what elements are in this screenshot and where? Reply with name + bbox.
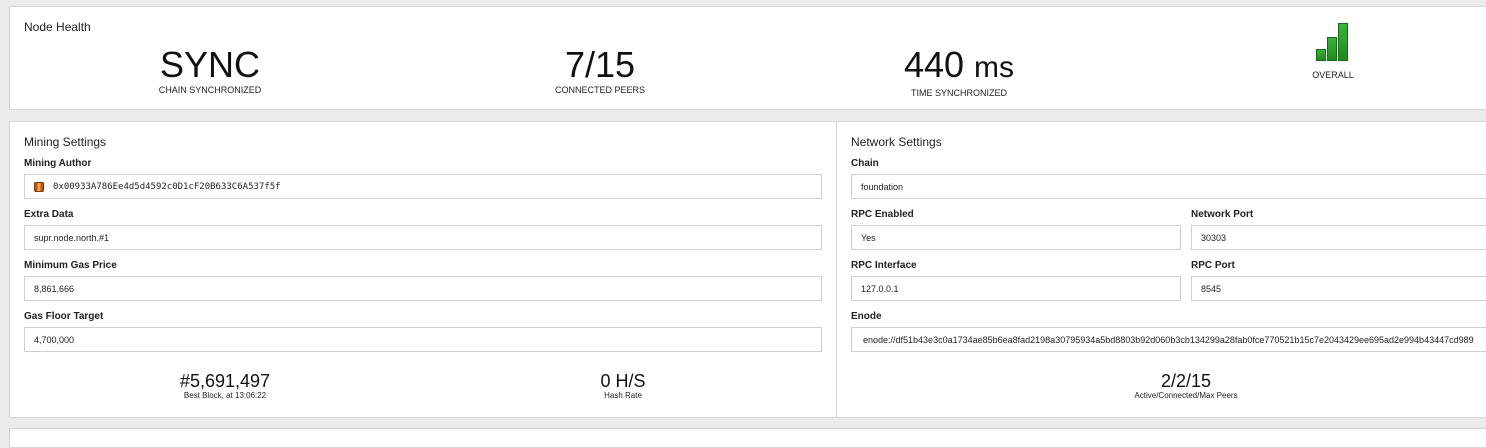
mining-author-label: Mining Author bbox=[24, 158, 92, 169]
signal-bar-3 bbox=[1338, 23, 1348, 61]
time-sync-caption: TIME SYNCHRONIZED bbox=[910, 88, 1007, 98]
extra-data-field[interactable]: supr.node.north.#1 bbox=[24, 225, 822, 250]
overall-stat: OVERALL bbox=[1293, 70, 1373, 80]
hash-rate-value: 0 H/S bbox=[600, 371, 646, 391]
rpc-enabled-label: RPC Enabled bbox=[851, 209, 914, 220]
gas-floor-label: Gas Floor Target bbox=[24, 311, 104, 322]
signal-bar-1 bbox=[1316, 49, 1326, 61]
chain-label: Chain bbox=[851, 158, 879, 169]
peers-label: Active/Connected/Max Peers bbox=[1134, 391, 1238, 400]
enode-field[interactable]: enode://df51b43e3c0a1734ae85b6ea8fad2198… bbox=[851, 327, 1486, 352]
rpc-port-label: RPC Port bbox=[1191, 260, 1235, 271]
time-sync-value-line: 440 ms bbox=[889, 47, 1029, 86]
min-gas-price-field[interactable]: 8,861,666 bbox=[24, 276, 822, 301]
hash-rate-stat: 0 H/S Hash Rate bbox=[563, 371, 683, 400]
min-gas-price-label: Minimum Gas Price bbox=[24, 260, 117, 271]
chain-sync-value: SYNC bbox=[159, 44, 261, 85]
time-sync-value: 440 bbox=[903, 44, 965, 85]
extra-data-label: Extra Data bbox=[24, 209, 74, 220]
best-block-label: Best Block, at 13:06:22 bbox=[183, 391, 267, 400]
chain-sync-caption: CHAIN SYNCHRONIZED bbox=[158, 85, 262, 95]
chain-field[interactable]: foundation bbox=[851, 174, 1486, 199]
hash-rate-label: Hash Rate bbox=[604, 391, 642, 400]
connected-peers-stat: 7/15 CONNECTED PEERS bbox=[525, 44, 675, 96]
chain-sync-stat: SYNC CHAIN SYNCHRONIZED bbox=[140, 44, 280, 96]
signal-bars-icon bbox=[1316, 23, 1349, 61]
settings-divider bbox=[836, 122, 837, 417]
time-sync-stat: 440 ms TIME SYNCHRONIZED bbox=[889, 47, 1029, 99]
author-identicon-icon bbox=[34, 181, 44, 192]
peers-value: 2/2/15 bbox=[1160, 371, 1212, 391]
rpc-interface-label: RPC Interface bbox=[851, 260, 917, 271]
overall-caption: OVERALL bbox=[1312, 70, 1354, 80]
best-block-stat: #5,691,497 Best Block, at 13:06:22 bbox=[150, 371, 300, 400]
mining-author-field[interactable]: 0x00933A786Ee4d5d4592c0D1cF20B633C6A537f… bbox=[24, 174, 822, 199]
rpc-enabled-field[interactable]: Yes bbox=[851, 225, 1181, 250]
network-port-label: Network Port bbox=[1191, 209, 1254, 220]
rpc-port-field[interactable]: 8545 bbox=[1191, 276, 1486, 301]
connected-peers-value: 7/15 bbox=[564, 44, 636, 85]
rpc-interface-field[interactable]: 127.0.0.1 bbox=[851, 276, 1181, 301]
signal-bar-2 bbox=[1327, 37, 1337, 61]
connected-peers-caption: CONNECTED PEERS bbox=[554, 85, 645, 95]
mining-settings-title: Mining Settings bbox=[24, 135, 107, 149]
best-block-value: #5,691,497 bbox=[179, 371, 271, 391]
next-card-edge bbox=[9, 428, 1486, 448]
time-sync-unit: ms bbox=[974, 51, 1015, 84]
settings-card: Mining Settings Mining Author 0x00933A78… bbox=[9, 121, 1486, 418]
node-health-card: Node Health SYNC CHAIN SYNCHRONIZED 7/15… bbox=[9, 6, 1486, 110]
enode-label: Enode bbox=[851, 311, 882, 322]
node-health-title: Node Health bbox=[24, 20, 91, 34]
gas-floor-field[interactable]: 4,700,000 bbox=[24, 327, 822, 352]
mining-author-value: 0x00933A786Ee4d5d4592c0D1cF20B633C6A537f… bbox=[53, 181, 281, 192]
network-port-field[interactable]: 30303 bbox=[1191, 225, 1486, 250]
network-settings-title: Network Settings bbox=[851, 135, 942, 149]
peers-stat: 2/2/15 Active/Connected/Max Peers bbox=[1116, 371, 1256, 400]
